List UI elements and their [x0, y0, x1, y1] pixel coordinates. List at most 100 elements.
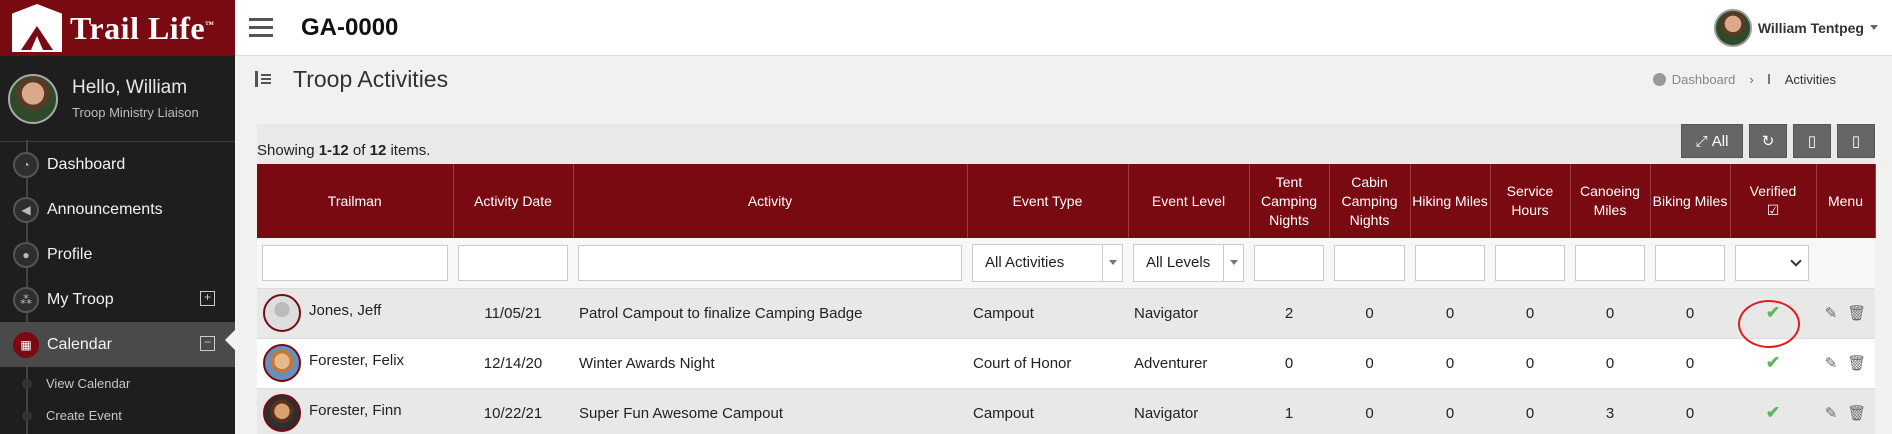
trash-icon[interactable]: 🗑 [1847, 304, 1866, 322]
filter-hiking-input[interactable] [1415, 244, 1485, 281]
col-verified[interactable]: Verified ☑ [1730, 164, 1817, 238]
list-icon [1767, 74, 1779, 84]
megaphone-icon: ◀ [13, 197, 39, 223]
col-canoeing-miles[interactable]: Canoeing Miles [1570, 164, 1651, 238]
list-icon [255, 71, 273, 87]
col-activity-date[interactable]: Activity Date [453, 164, 574, 238]
export-csv-button[interactable]: ▯ [1837, 124, 1875, 158]
col-biking-miles[interactable]: Biking Miles [1650, 164, 1731, 238]
brand-name: Trail Life™ [70, 9, 215, 46]
refresh-icon: ↻ [1761, 133, 1775, 150]
dashboard-icon [1652, 72, 1666, 86]
sidebar-subitem-create-event[interactable]: Create Event [0, 399, 235, 431]
filter-event-type-select[interactable]: All Activities [972, 243, 1123, 282]
trail-life-logo-icon [12, 4, 62, 52]
edit-pencil-icon[interactable]: ✎ [1825, 354, 1838, 372]
trash-icon[interactable]: 🗑 [1847, 354, 1866, 372]
breadcrumb-home[interactable]: Dashboard [1672, 72, 1736, 87]
hamburger-menu-icon[interactable] [235, 0, 287, 56]
filter-tent-input[interactable] [1254, 244, 1324, 281]
trailman-name[interactable]: Forester, Felix [309, 352, 404, 369]
trailman-name[interactable]: Forester, Finn [309, 402, 402, 419]
refresh-button[interactable]: ↻ [1749, 124, 1787, 158]
brand-logo[interactable]: Trail Life™ [0, 0, 235, 56]
col-trailman[interactable]: Trailman [257, 164, 454, 238]
col-activity[interactable]: Activity [573, 164, 968, 238]
sidebar-subitem-label: View Calendar [46, 375, 131, 391]
avatar [8, 73, 58, 124]
verified-check-icon: ✔ [1765, 403, 1781, 422]
col-hiking-miles[interactable]: Hiking Miles [1410, 164, 1491, 238]
user-menu[interactable]: William Tentpeg [1713, 8, 1878, 47]
checkbox-icon: ☑ [1766, 202, 1780, 218]
tent-nights: 0 [1249, 338, 1329, 389]
collapse-icon[interactable]: − [200, 336, 215, 351]
tent-nights: 1 [1249, 388, 1329, 434]
page-title: Troop Activities [293, 65, 449, 92]
grid-toolbar: Showing 1-12 of 12 items. ⤢ All ↻ ▯ ▯ [257, 124, 1875, 164]
table-row[interactable]: Forester, Finn 10/22/21 Super Fun Awesom… [257, 388, 1875, 434]
show-all-button[interactable]: ⤢ All [1681, 124, 1743, 158]
sidebar-item-my-troop[interactable]: ⁂ My Troop + [0, 277, 235, 322]
biking-miles: 0 [1650, 338, 1730, 389]
sidebar-item-profile[interactable]: ● Profile [0, 232, 235, 277]
active-indicator [225, 330, 235, 350]
filter-cabin-input[interactable] [1334, 244, 1405, 281]
org-title: GA-0000 [301, 13, 399, 41]
filter-service-input[interactable] [1495, 244, 1565, 281]
annotation-circle [1738, 300, 1800, 348]
activity-name: Winter Awards Night [573, 338, 967, 389]
service-hours: 0 [1490, 388, 1570, 434]
edit-pencil-icon[interactable]: ✎ [1825, 404, 1838, 422]
canoeing-miles: 3 [1570, 388, 1650, 434]
user-icon: ● [13, 242, 39, 268]
filter-biking-input[interactable] [1655, 244, 1725, 281]
user-name: William Tentpeg [1757, 19, 1864, 36]
avatar [263, 394, 301, 432]
trash-icon[interactable]: 🗑 [1847, 404, 1866, 422]
hiking-miles: 0 [1410, 288, 1490, 339]
activity-name: Patrol Campout to finalize Camping Badge [573, 288, 967, 339]
col-tent-nights[interactable]: Tent Camping Nights [1249, 164, 1330, 238]
chevron-right-icon: › [1749, 71, 1754, 87]
activities-table: Trailman Activity Date Activity Event Ty… [257, 164, 1876, 434]
filter-trailman-input[interactable] [262, 244, 448, 281]
col-event-level[interactable]: Event Level [1128, 164, 1250, 238]
canoeing-miles: 0 [1570, 338, 1650, 389]
event-level: Navigator [1128, 388, 1249, 434]
dashboard-icon: ◔ [13, 152, 39, 178]
sidebar-item-dashboard[interactable]: ◔ Dashboard [0, 142, 235, 187]
activity-date: 11/05/21 [453, 288, 573, 339]
export-excel-button[interactable]: ▯ [1793, 124, 1831, 158]
col-cabin-nights[interactable]: Cabin Camping Nights [1329, 164, 1411, 238]
biking-miles: 0 [1650, 288, 1730, 339]
filter-event-level-select[interactable]: All Levels [1133, 243, 1244, 282]
table-row[interactable]: Jones, Jeff 11/05/21 Patrol Campout to f… [257, 288, 1875, 339]
user-role: Troop Ministry Liaison [72, 105, 199, 120]
filter-verified-select[interactable] [1735, 244, 1809, 281]
trailman-name[interactable]: Jones, Jeff [309, 302, 381, 319]
table-row[interactable]: Forester, Felix 12/14/20 Winter Awards N… [257, 338, 1875, 389]
filter-activity-input[interactable] [578, 244, 962, 281]
filter-date-input[interactable] [458, 244, 568, 281]
expand-icon: ⤢ [1695, 132, 1712, 150]
col-event-type[interactable]: Event Type [967, 164, 1129, 238]
sidebar-item-announcements[interactable]: ◀ Announcements [0, 187, 235, 232]
bullet-icon [22, 411, 32, 421]
breadcrumb: Dashboard › Activities [1652, 71, 1836, 87]
col-service-hours[interactable]: Service Hours [1490, 164, 1571, 238]
verified-check-icon: ✔ [1765, 353, 1781, 372]
sidebar-item-label: Dashboard [47, 155, 126, 173]
event-type: Campout [967, 388, 1128, 434]
page-header: Troop Activities Dashboard › Activities [235, 56, 1892, 102]
edit-pencil-icon[interactable]: ✎ [1825, 304, 1838, 322]
service-hours: 0 [1490, 288, 1570, 339]
sidebar-item-label: Announcements [47, 200, 163, 218]
sidebar-item-calendar[interactable]: ▦ Calendar − [0, 322, 235, 367]
excel-file-icon: ▯ [1807, 133, 1817, 150]
cabin-nights: 0 [1329, 288, 1410, 339]
sidebar-subitem-view-calendar[interactable]: View Calendar [0, 367, 235, 399]
sidebar-item-label: My Troop [47, 290, 114, 308]
filter-canoe-input[interactable] [1575, 244, 1645, 281]
expand-icon[interactable]: + [200, 291, 215, 306]
